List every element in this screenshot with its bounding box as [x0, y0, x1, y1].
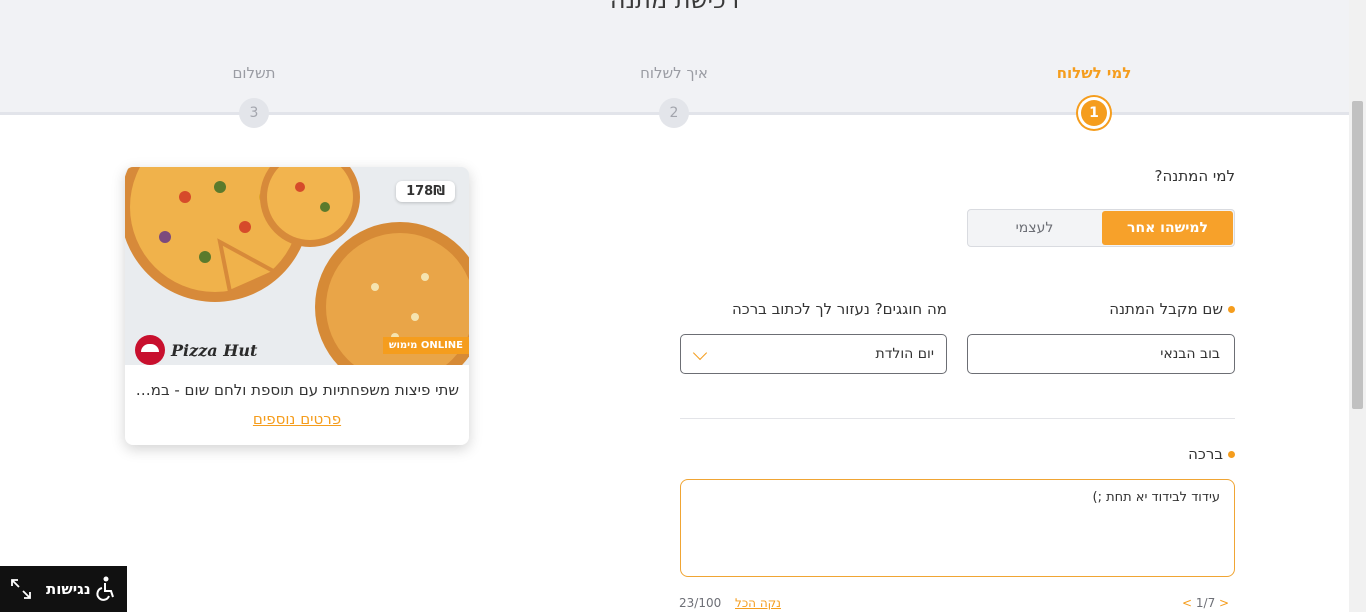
- brand-name: Pizza Hut: [171, 340, 258, 360]
- blessing-label: ברכה: [1188, 445, 1235, 463]
- accessibility-label: נגישות: [46, 580, 91, 598]
- step-payment[interactable]: תשלום 3: [154, 64, 354, 128]
- pager-next-button[interactable]: >: [1219, 596, 1229, 610]
- required-dot-icon: [1228, 306, 1235, 313]
- pizza-hut-roof-icon: [135, 335, 165, 365]
- product-image: 178₪ מימוש ONLINE Pizza Hut: [125, 167, 469, 365]
- more-details-link[interactable]: פרטים נוספים: [125, 410, 469, 428]
- occasion-label: מה חוגגים? נעזור לך לכתוב ברכה: [731, 300, 947, 318]
- price-badge: 178₪: [396, 181, 455, 202]
- blessing-textarea[interactable]: עידוד לבידוד יא תחת ;): [680, 479, 1235, 577]
- recipient-name-input[interactable]: בוב הבנאי: [967, 334, 1235, 374]
- pager-position: 1/7: [1195, 596, 1216, 610]
- accessibility-button[interactable]: נגישות: [0, 566, 127, 612]
- step-number: 2: [659, 98, 689, 128]
- occasion-select[interactable]: יום הולדת: [680, 334, 947, 374]
- step-label: למי לשלוח: [1056, 64, 1132, 82]
- recipient-toggle: למישהו אחר לעצמי: [967, 209, 1235, 247]
- recipient-name-label: שם מקבל המתנה: [1109, 300, 1235, 318]
- step-label: תשלום: [232, 64, 276, 82]
- occasion-select-value: יום הולדת: [875, 346, 934, 362]
- step-number: 3: [239, 98, 269, 128]
- step-who-to-send[interactable]: למי לשלוח 1: [994, 64, 1194, 126]
- product-card: 178₪ מימוש ONLINE Pizza Hut שתי פיצות מש…: [125, 167, 469, 445]
- pizza-hut-logo: Pizza Hut: [135, 335, 257, 365]
- page-title: רכישת מתנה: [609, 0, 740, 14]
- chevron-down-icon: [692, 345, 708, 361]
- recipient-question-label: למי המתנה?: [1154, 167, 1235, 185]
- online-badge: מימוש ONLINE: [382, 337, 469, 354]
- pager-prev-button[interactable]: <: [1182, 596, 1192, 610]
- for-someone-else-button[interactable]: למישהו אחר: [1102, 211, 1233, 245]
- expand-icon: [11, 579, 31, 599]
- for-myself-button[interactable]: לעצמי: [969, 211, 1100, 245]
- section-divider: [680, 418, 1235, 419]
- page-scrollbar[interactable]: [1349, 0, 1366, 612]
- scrollbar-thumb[interactable]: [1352, 101, 1363, 409]
- clear-all-link[interactable]: נקה הכל: [735, 596, 781, 610]
- char-counter: 23/100: [679, 596, 722, 610]
- step-label: איך לשלוח: [640, 64, 708, 82]
- wheelchair-icon: [96, 576, 114, 601]
- step-how-to-send[interactable]: איך לשלוח 2: [574, 64, 774, 128]
- step-number: 1: [1081, 100, 1107, 126]
- product-title: שתי פיצות משפחתיות עם תוספת ולחם שום - ב…: [135, 381, 459, 399]
- blessing-pager: < 1/7 >: [1182, 596, 1229, 610]
- required-dot-icon: [1228, 451, 1235, 458]
